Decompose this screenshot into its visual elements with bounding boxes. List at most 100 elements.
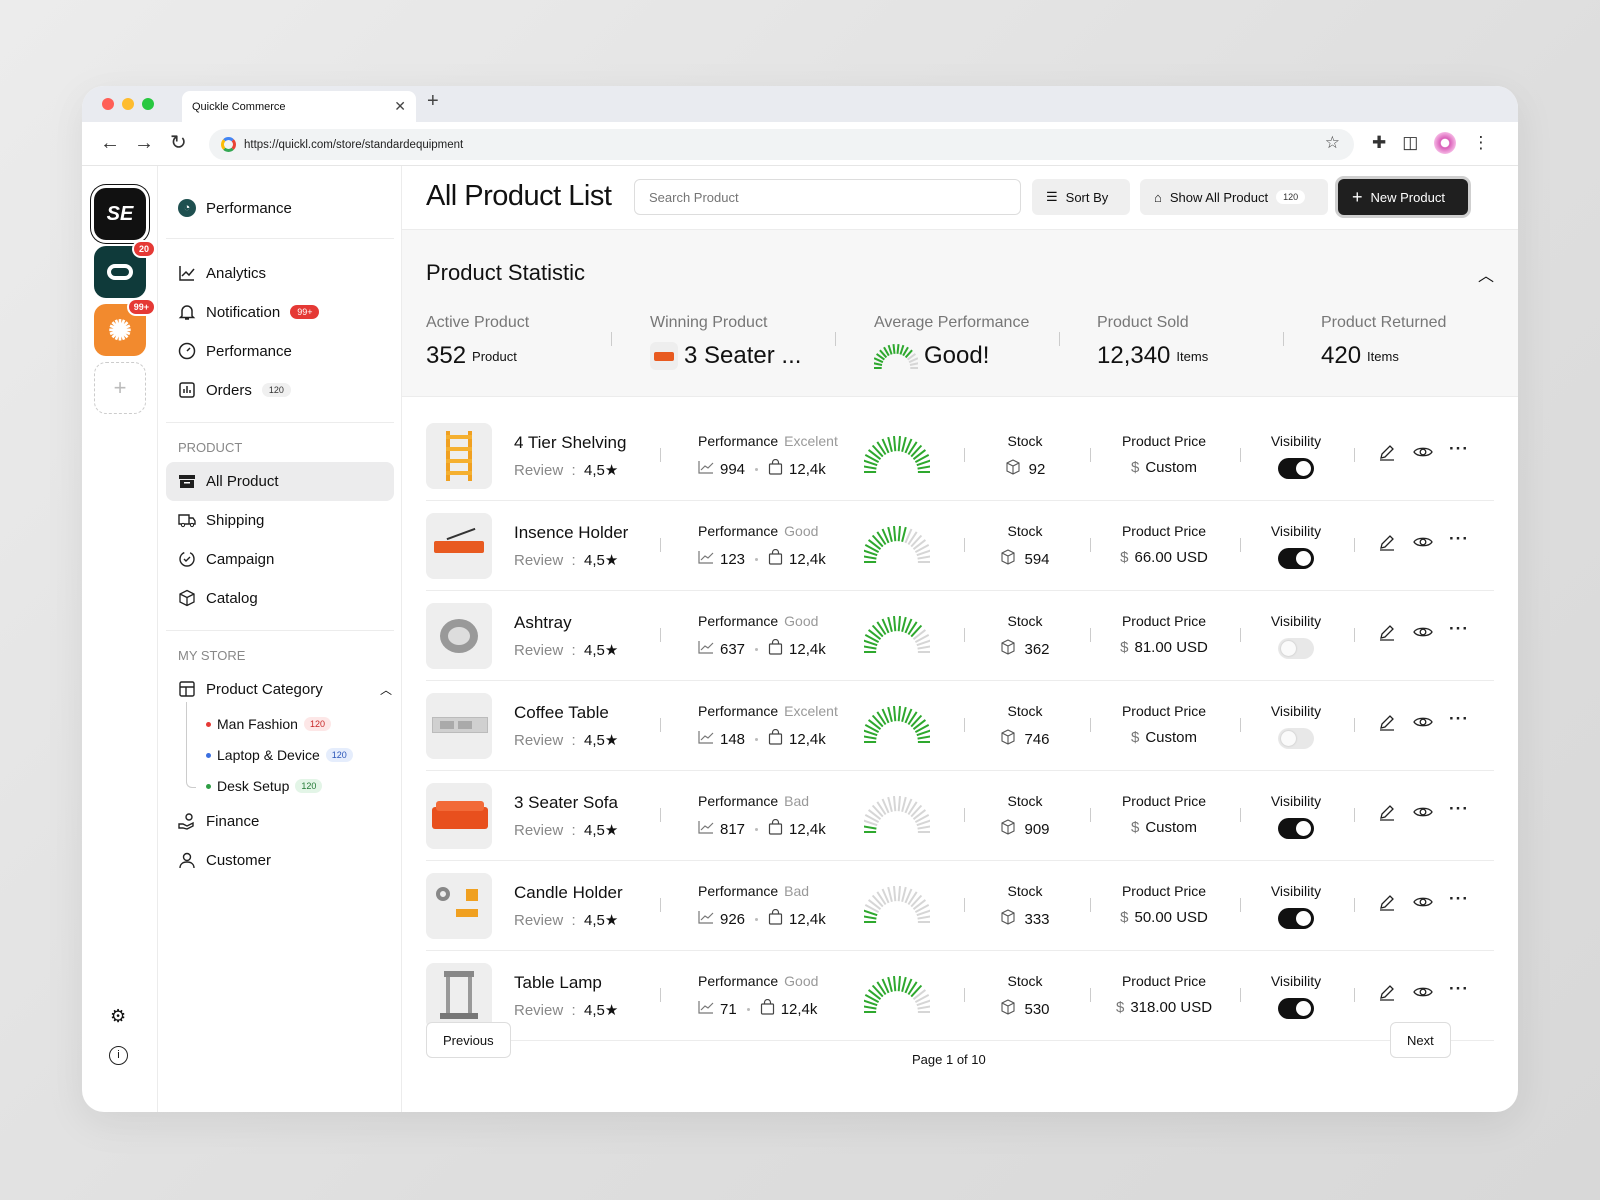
- sidebar-item-campaign[interactable]: Campaign: [178, 550, 274, 568]
- table-row[interactable]: Coffee Table Review : 4,5★ Performance Ex…: [426, 681, 1494, 771]
- performance-label: Performance: [698, 433, 779, 449]
- sidebar-item-notification[interactable]: Notification 99+: [178, 303, 320, 321]
- product-name[interactable]: Ashtray: [514, 613, 572, 633]
- table-row[interactable]: Insence Holder Review : 4,5★ Performance…: [426, 501, 1494, 591]
- forward-icon[interactable]: →: [134, 133, 154, 153]
- more-options-icon[interactable]: ···: [1449, 799, 1469, 819]
- url-bar[interactable]: https://quickl.com/store/standardequipme…: [209, 129, 1354, 160]
- chevron-up-icon[interactable]: ︿: [380, 681, 392, 698]
- collapse-chevron-icon[interactable]: ︿: [1478, 262, 1494, 286]
- sofa-thumb: [650, 342, 678, 370]
- back-icon[interactable]: ←: [100, 133, 120, 153]
- more-options-icon[interactable]: ···: [1449, 889, 1469, 909]
- edit-pencil-icon[interactable]: [1378, 713, 1396, 736]
- view-eye-icon[interactable]: [1413, 713, 1433, 736]
- app-flower[interactable]: ✺ 99+: [94, 298, 156, 356]
- view-eye-icon[interactable]: [1413, 623, 1433, 646]
- table-row[interactable]: 3 Seater Sofa Review : 4,5★ Performance B…: [426, 771, 1494, 861]
- table-row[interactable]: Candle Holder Review : 4,5★ Performance B…: [426, 861, 1494, 951]
- product-name[interactable]: Insence Holder: [514, 523, 628, 543]
- sidebar-item-label: Finance: [206, 812, 260, 830]
- visibility-toggle[interactable]: [1278, 728, 1314, 749]
- edit-pencil-icon[interactable]: [1378, 533, 1396, 556]
- visibility-toggle[interactable]: [1278, 998, 1314, 1019]
- edit-pencil-icon[interactable]: [1378, 983, 1396, 1006]
- maximize-dot[interactable]: [142, 98, 154, 110]
- sidebar-item-orders[interactable]: Orders 120: [178, 381, 291, 399]
- settings-sliders-icon[interactable]: ⚙: [110, 1006, 126, 1027]
- table-row[interactable]: Ashtray Review : 4,5★ Performance Good 63…: [426, 591, 1494, 681]
- performance-quality: Good: [784, 523, 819, 539]
- previous-button[interactable]: Previous: [426, 1022, 511, 1058]
- sidebar-top-performance[interactable]: ◔ Performance: [178, 199, 292, 217]
- visibility-label: Visibility: [1270, 523, 1322, 539]
- product-name[interactable]: Table Lamp: [514, 973, 602, 993]
- product-thumbnail[interactable]: [426, 783, 492, 849]
- table-row[interactable]: 4 Tier Shelving Review : 4,5★ Performanc…: [426, 411, 1494, 501]
- product-name[interactable]: Coffee Table: [514, 703, 609, 723]
- sidebar-item-product-category[interactable]: Product Category ︿: [178, 680, 392, 698]
- profile-avatar[interactable]: [1434, 132, 1457, 154]
- visibility-toggle[interactable]: [1278, 458, 1314, 479]
- next-button[interactable]: Next: [1390, 1022, 1451, 1058]
- sidepanel-icon[interactable]: ◫: [1402, 133, 1418, 153]
- minimize-dot[interactable]: [122, 98, 134, 110]
- more-options-icon[interactable]: ···: [1449, 709, 1469, 729]
- app-quickle[interactable]: 20: [94, 240, 156, 298]
- browser-tab[interactable]: Quickle Commerce ✕: [182, 91, 416, 122]
- new-tab-icon[interactable]: +: [427, 90, 439, 113]
- product-name[interactable]: 3 Seater Sofa: [514, 793, 618, 813]
- view-eye-icon[interactable]: [1413, 983, 1433, 1006]
- view-eye-icon[interactable]: [1413, 533, 1433, 556]
- visibility-toggle[interactable]: [1278, 908, 1314, 929]
- sidebar-item-all-product[interactable]: All Product: [178, 472, 279, 490]
- product-thumbnail[interactable]: [426, 963, 492, 1029]
- sidebar-item-finance[interactable]: Finance: [178, 812, 259, 830]
- subcategory-desk-setup[interactable]: Desk Setup 120: [206, 778, 323, 794]
- close-tab-icon[interactable]: ✕: [394, 98, 406, 115]
- more-options-icon[interactable]: ···: [1449, 979, 1469, 999]
- bookmark-star-icon[interactable]: ☆: [1325, 133, 1340, 153]
- view-eye-icon[interactable]: [1413, 893, 1433, 916]
- info-icon[interactable]: i: [109, 1046, 128, 1065]
- more-options-icon[interactable]: ···: [1449, 619, 1469, 639]
- subcategory-laptop-device[interactable]: Laptop & Device 120: [206, 747, 353, 763]
- sort-button[interactable]: ☰ Sort By: [1032, 179, 1130, 215]
- more-options-icon[interactable]: ···: [1449, 439, 1469, 459]
- add-app-button[interactable]: +: [94, 362, 146, 414]
- app-se[interactable]: SE: [94, 188, 146, 240]
- subcategory-man-fashion[interactable]: Man Fashion 120: [206, 716, 331, 732]
- product-thumbnail[interactable]: [426, 513, 492, 579]
- more-options-icon[interactable]: ···: [1449, 529, 1469, 549]
- stat-winning-product: Winning Product 3 Seater ...: [650, 314, 801, 370]
- visibility-toggle[interactable]: [1278, 818, 1314, 839]
- new-product-button[interactable]: + New Product: [1338, 179, 1468, 215]
- visibility-toggle[interactable]: [1278, 548, 1314, 569]
- view-eye-icon[interactable]: [1413, 443, 1433, 466]
- product-name[interactable]: Candle Holder: [514, 883, 623, 903]
- sidebar-item-label: Analytics: [206, 264, 267, 282]
- product-thumbnail[interactable]: [426, 423, 492, 489]
- product-thumbnail[interactable]: [426, 603, 492, 669]
- product-name[interactable]: 4 Tier Shelving: [514, 433, 626, 453]
- close-dot[interactable]: [102, 98, 114, 110]
- edit-pencil-icon[interactable]: [1378, 893, 1396, 916]
- search-input[interactable]: [634, 179, 1021, 215]
- sidebar-item-analytics[interactable]: Analytics: [178, 264, 266, 282]
- product-thumbnail[interactable]: [426, 693, 492, 759]
- extensions-icon[interactable]: ✚: [1372, 133, 1386, 153]
- product-thumbnail[interactable]: [426, 873, 492, 939]
- reload-icon[interactable]: ↻: [170, 133, 187, 153]
- kebab-menu-icon[interactable]: ⋮: [1472, 133, 1489, 153]
- sidebar-item-shipping[interactable]: Shipping: [178, 511, 264, 529]
- edit-pencil-icon[interactable]: [1378, 803, 1396, 826]
- edit-pencil-icon[interactable]: [1378, 623, 1396, 646]
- sidebar-item-catalog[interactable]: Catalog: [178, 589, 258, 607]
- visibility-toggle[interactable]: [1278, 638, 1314, 659]
- table-row[interactable]: Table Lamp Review : 4,5★ Performance Good…: [426, 951, 1494, 1041]
- sidebar-item-customer[interactable]: Customer: [178, 851, 271, 869]
- show-all-button[interactable]: ⌂ Show All Product 120: [1140, 179, 1328, 215]
- sidebar-item-performance[interactable]: Performance: [178, 342, 292, 360]
- view-eye-icon[interactable]: [1413, 803, 1433, 826]
- edit-pencil-icon[interactable]: [1378, 443, 1396, 466]
